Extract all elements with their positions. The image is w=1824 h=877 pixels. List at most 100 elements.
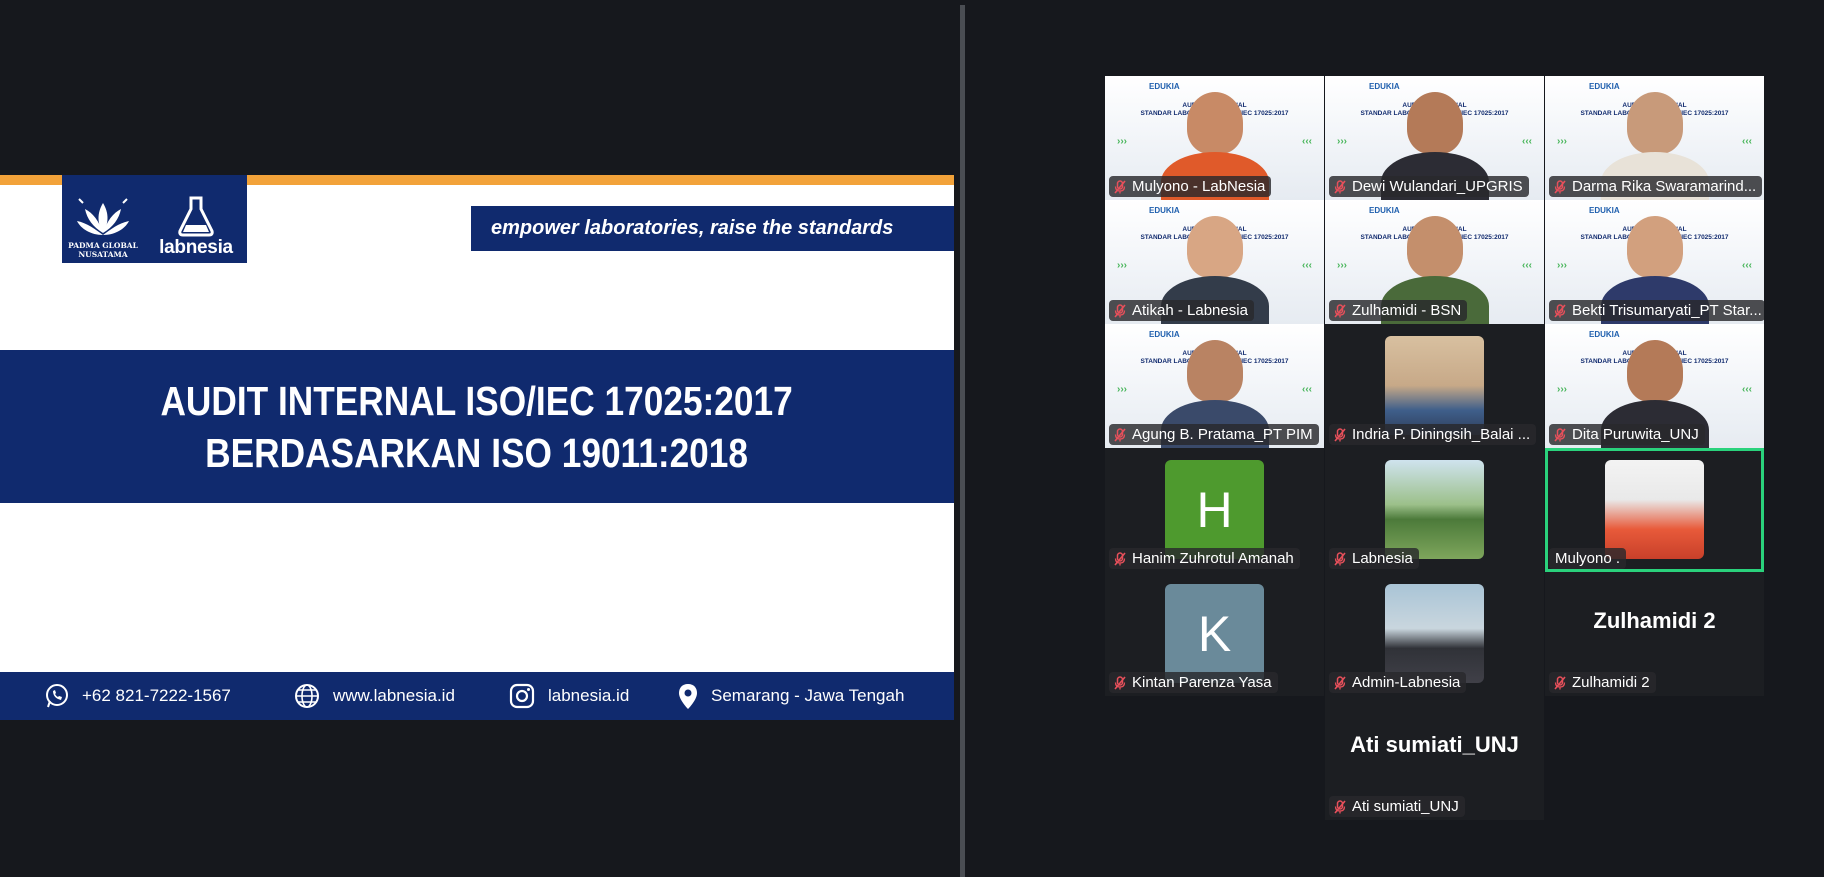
participant-name: Hanim Zuhrotul Amanah bbox=[1132, 550, 1294, 567]
contact-phone: +62 821-7222-1567 bbox=[44, 672, 231, 720]
arrows-icon: ‹‹‹ bbox=[1302, 136, 1312, 147]
mic-muted-icon bbox=[1114, 179, 1126, 194]
avatar-photo bbox=[1385, 336, 1484, 435]
participant-name-tag: Mulyono . bbox=[1549, 548, 1627, 569]
mic-muted-icon bbox=[1114, 303, 1126, 318]
participant-tile[interactable]: Admin-Labnesia bbox=[1325, 572, 1544, 696]
padma-global-logo: PADMA GLOBAL NUSATAMA bbox=[68, 185, 138, 259]
mic-muted-icon bbox=[1334, 303, 1346, 318]
participant-face bbox=[1187, 92, 1243, 154]
arrows-icon: ‹‹‹ bbox=[1742, 136, 1752, 147]
thumbnail-brand: EDUKIA bbox=[1149, 82, 1180, 91]
participant-name: Dita Puruwita_UNJ bbox=[1572, 426, 1699, 443]
participant-face bbox=[1627, 340, 1683, 402]
contact-instagram-text: labnesia.id bbox=[548, 686, 630, 705]
arrows-icon: ‹‹‹ bbox=[1522, 260, 1532, 271]
participant-name: Labnesia bbox=[1352, 550, 1413, 567]
mic-muted-icon bbox=[1114, 551, 1126, 566]
participant-face bbox=[1627, 216, 1683, 278]
mic-muted-icon bbox=[1554, 179, 1566, 194]
arrows-icon: ‹‹‹ bbox=[1742, 260, 1752, 271]
arrows-icon: ››› bbox=[1557, 136, 1567, 147]
participant-tile[interactable]: Ati sumiati_UNJ Ati sumiati_UNJ bbox=[1325, 696, 1544, 820]
contact-location-text: Semarang - Jawa Tengah bbox=[711, 686, 905, 705]
arrows-icon: ››› bbox=[1117, 384, 1127, 395]
participant-name-tag: Agung B. Pratama_PT PIM bbox=[1109, 424, 1319, 445]
mic-muted-icon bbox=[1554, 303, 1566, 318]
participant-tile[interactable]: EDUKIA AUDITOR INTERNALSTANDAR LABORATOR… bbox=[1545, 324, 1764, 448]
location-pin-icon bbox=[679, 684, 697, 709]
participant-tile[interactable]: K Kintan Parenza Yasa bbox=[1105, 572, 1324, 696]
participant-display-name: Zulhamidi 2 bbox=[1593, 608, 1716, 633]
participant-name-tag: Atikah - Labnesia bbox=[1109, 300, 1254, 321]
arrows-icon: ››› bbox=[1117, 136, 1127, 147]
slide-title-line-2: BERDASARKAN ISO 19011:2018 bbox=[205, 429, 749, 476]
thumbnail-brand: EDUKIA bbox=[1589, 330, 1620, 339]
thumbnail-brand: EDUKIA bbox=[1589, 206, 1620, 215]
arrows-icon: ››› bbox=[1557, 260, 1567, 271]
mic-muted-icon bbox=[1554, 675, 1566, 690]
participant-tile[interactable]: Zulhamidi 2 Zulhamidi 2 bbox=[1545, 572, 1764, 696]
slide-title-band: AUDIT INTERNAL ISO/IEC 17025:2017 BERDAS… bbox=[0, 350, 954, 503]
participant-tile[interactable]: Labnesia bbox=[1325, 448, 1544, 572]
participant-name: Mulyono - LabNesia bbox=[1132, 178, 1266, 195]
contact-website: www.labnesia.id bbox=[293, 672, 455, 720]
slide-title-line-1: AUDIT INTERNAL ISO/IEC 17025:2017 bbox=[160, 377, 794, 424]
participant-face bbox=[1187, 340, 1243, 402]
mic-muted-icon bbox=[1334, 179, 1346, 194]
participant-name: Zulhamidi - BSN bbox=[1352, 302, 1462, 319]
participant-name-tag: Mulyono - LabNesia bbox=[1109, 176, 1272, 197]
participant-name: Agung B. Pratama_PT PIM bbox=[1132, 426, 1313, 443]
participant-name-tag: Bekti Trisumaryati_PT Star... bbox=[1549, 300, 1764, 321]
participant-name: Dewi Wulandari_UPGRIS bbox=[1352, 178, 1523, 195]
labnesia-logo: labnesia bbox=[150, 185, 242, 259]
participant-name: Kintan Parenza Yasa bbox=[1132, 674, 1272, 691]
whatsapp-icon bbox=[46, 684, 68, 708]
arrows-icon: ››› bbox=[1117, 260, 1127, 271]
participant-name-tag: Zulhamidi - BSN bbox=[1329, 300, 1468, 321]
arrows-icon: ‹‹‹ bbox=[1742, 384, 1752, 395]
mic-muted-icon bbox=[1554, 427, 1566, 442]
participant-tile[interactable]: EDUKIA AUDITOR INTERNALSTANDAR LABORATOR… bbox=[1105, 76, 1324, 200]
padma-label: PADMA GLOBAL NUSATAMA bbox=[68, 241, 138, 259]
participant-name: Bekti Trisumaryati_PT Star... bbox=[1572, 302, 1762, 319]
participant-name-tag: Indria P. Diningsih_Balai ... bbox=[1329, 424, 1537, 445]
arrows-icon: ‹‹‹ bbox=[1302, 260, 1312, 271]
participant-display-name: Ati sumiati_UNJ bbox=[1350, 732, 1519, 757]
participant-tile[interactable]: EDUKIA AUDITOR INTERNALSTANDAR LABORATOR… bbox=[1545, 200, 1764, 324]
logo-box: PADMA GLOBAL NUSATAMA labnesia bbox=[62, 175, 247, 263]
participant-tile[interactable]: EDUKIA AUDITOR INTERNALSTANDAR LABORATOR… bbox=[1325, 76, 1544, 200]
participant-name-tag: Hanim Zuhrotul Amanah bbox=[1109, 548, 1300, 569]
split-divider[interactable] bbox=[960, 5, 965, 877]
participant-tile[interactable]: Indria P. Diningsih_Balai ... bbox=[1325, 324, 1544, 448]
mic-muted-icon bbox=[1114, 675, 1126, 690]
participant-tile[interactable]: EDUKIA AUDITOR INTERNALSTANDAR LABORATOR… bbox=[1105, 324, 1324, 448]
mic-muted-icon bbox=[1334, 799, 1346, 814]
participant-face bbox=[1187, 216, 1243, 278]
participant-name: Zulhamidi 2 bbox=[1572, 674, 1650, 691]
globe-icon bbox=[295, 684, 319, 708]
participant-face bbox=[1627, 92, 1683, 154]
participant-tile[interactable]: EDUKIA AUDITOR INTERNALSTANDAR LABORATOR… bbox=[1105, 200, 1324, 324]
avatar-photo bbox=[1385, 584, 1484, 683]
arrows-icon: ››› bbox=[1337, 136, 1347, 147]
shared-screen: PADMA GLOBAL NUSATAMA labnesia empower l… bbox=[0, 0, 960, 877]
lotus-icon bbox=[77, 198, 129, 235]
avatar-photo bbox=[1605, 460, 1704, 559]
participant-tile[interactable]: EDUKIA AUDITOR INTERNALSTANDAR LABORATOR… bbox=[1545, 76, 1764, 200]
participant-face bbox=[1407, 216, 1463, 278]
participant-tile[interactable]: EDUKIA AUDITOR INTERNALSTANDAR LABORATOR… bbox=[1325, 200, 1544, 324]
presentation-slide: PADMA GLOBAL NUSATAMA labnesia empower l… bbox=[0, 175, 954, 720]
contact-location: Semarang - Jawa Tengah bbox=[677, 672, 904, 720]
avatar-initial: H bbox=[1165, 460, 1264, 559]
participant-name-tag: Ati sumiati_UNJ bbox=[1329, 796, 1465, 817]
participant-name-tag: Dewi Wulandari_UPGRIS bbox=[1329, 176, 1529, 197]
participant-tile[interactable]: H Hanim Zuhrotul Amanah bbox=[1105, 448, 1324, 572]
contact-website-text: www.labnesia.id bbox=[333, 686, 455, 705]
participant-tile[interactable]: Mulyono . bbox=[1545, 448, 1764, 572]
slide-tagline: empower laboratories, raise the standard… bbox=[471, 206, 954, 251]
mic-muted-icon bbox=[1114, 427, 1126, 442]
participant-name-tag: Darma Rika Swaramarind... bbox=[1549, 176, 1763, 197]
participant-name-tag: Dita Puruwita_UNJ bbox=[1549, 424, 1705, 445]
mic-muted-icon bbox=[1334, 675, 1346, 690]
